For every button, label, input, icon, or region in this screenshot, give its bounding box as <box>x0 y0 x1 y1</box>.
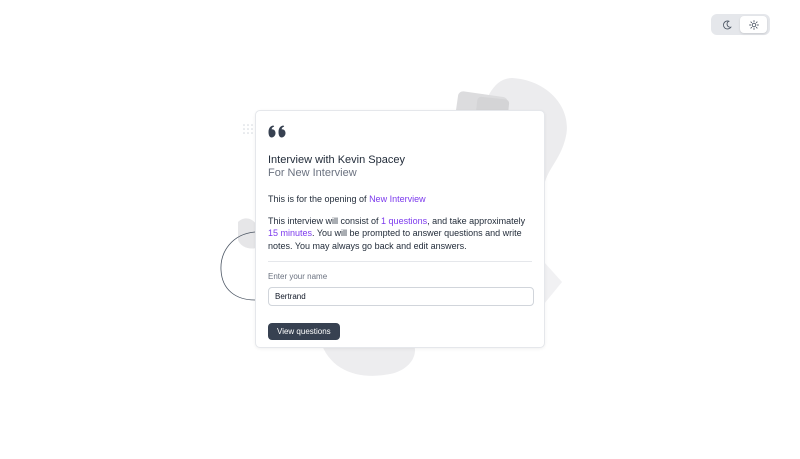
light-mode-button[interactable] <box>740 16 767 33</box>
duration: 15 minutes <box>268 228 313 238</box>
page: Interview with Kevin Spacey For New Inte… <box>0 0 800 459</box>
decor-curve-line <box>220 231 256 301</box>
dark-mode-button[interactable] <box>713 16 740 33</box>
name-field-label: Enter your name <box>268 272 328 281</box>
opening-prefix: This is for the opening of <box>268 194 370 204</box>
view-questions-button[interactable]: View questions <box>268 323 340 340</box>
opening-link[interactable]: New Interview <box>369 194 426 204</box>
interview-subtitle: For New Interview <box>268 167 357 179</box>
name-input[interactable] <box>268 287 534 306</box>
decor-blob-left <box>238 218 256 249</box>
interview-title: Interview with Kevin Spacey <box>268 154 405 166</box>
moon-icon <box>722 20 732 29</box>
question-count: 1 questions <box>381 215 428 226</box>
interview-description: This interview will consist of 1 questio… <box>268 215 532 253</box>
opening-text: This is for the opening of New Interview <box>268 193 532 206</box>
decor-dots <box>243 124 253 134</box>
decor-blob-right <box>544 262 562 304</box>
divider <box>268 261 532 262</box>
description-part2: , and take approximately <box>427 215 526 226</box>
interview-card: Interview with Kevin Spacey For New Inte… <box>255 110 545 348</box>
sun-icon <box>748 19 759 30</box>
theme-toggle <box>711 14 770 35</box>
description-part1: This interview will consist of <box>268 215 382 226</box>
quote-icon <box>268 125 286 138</box>
